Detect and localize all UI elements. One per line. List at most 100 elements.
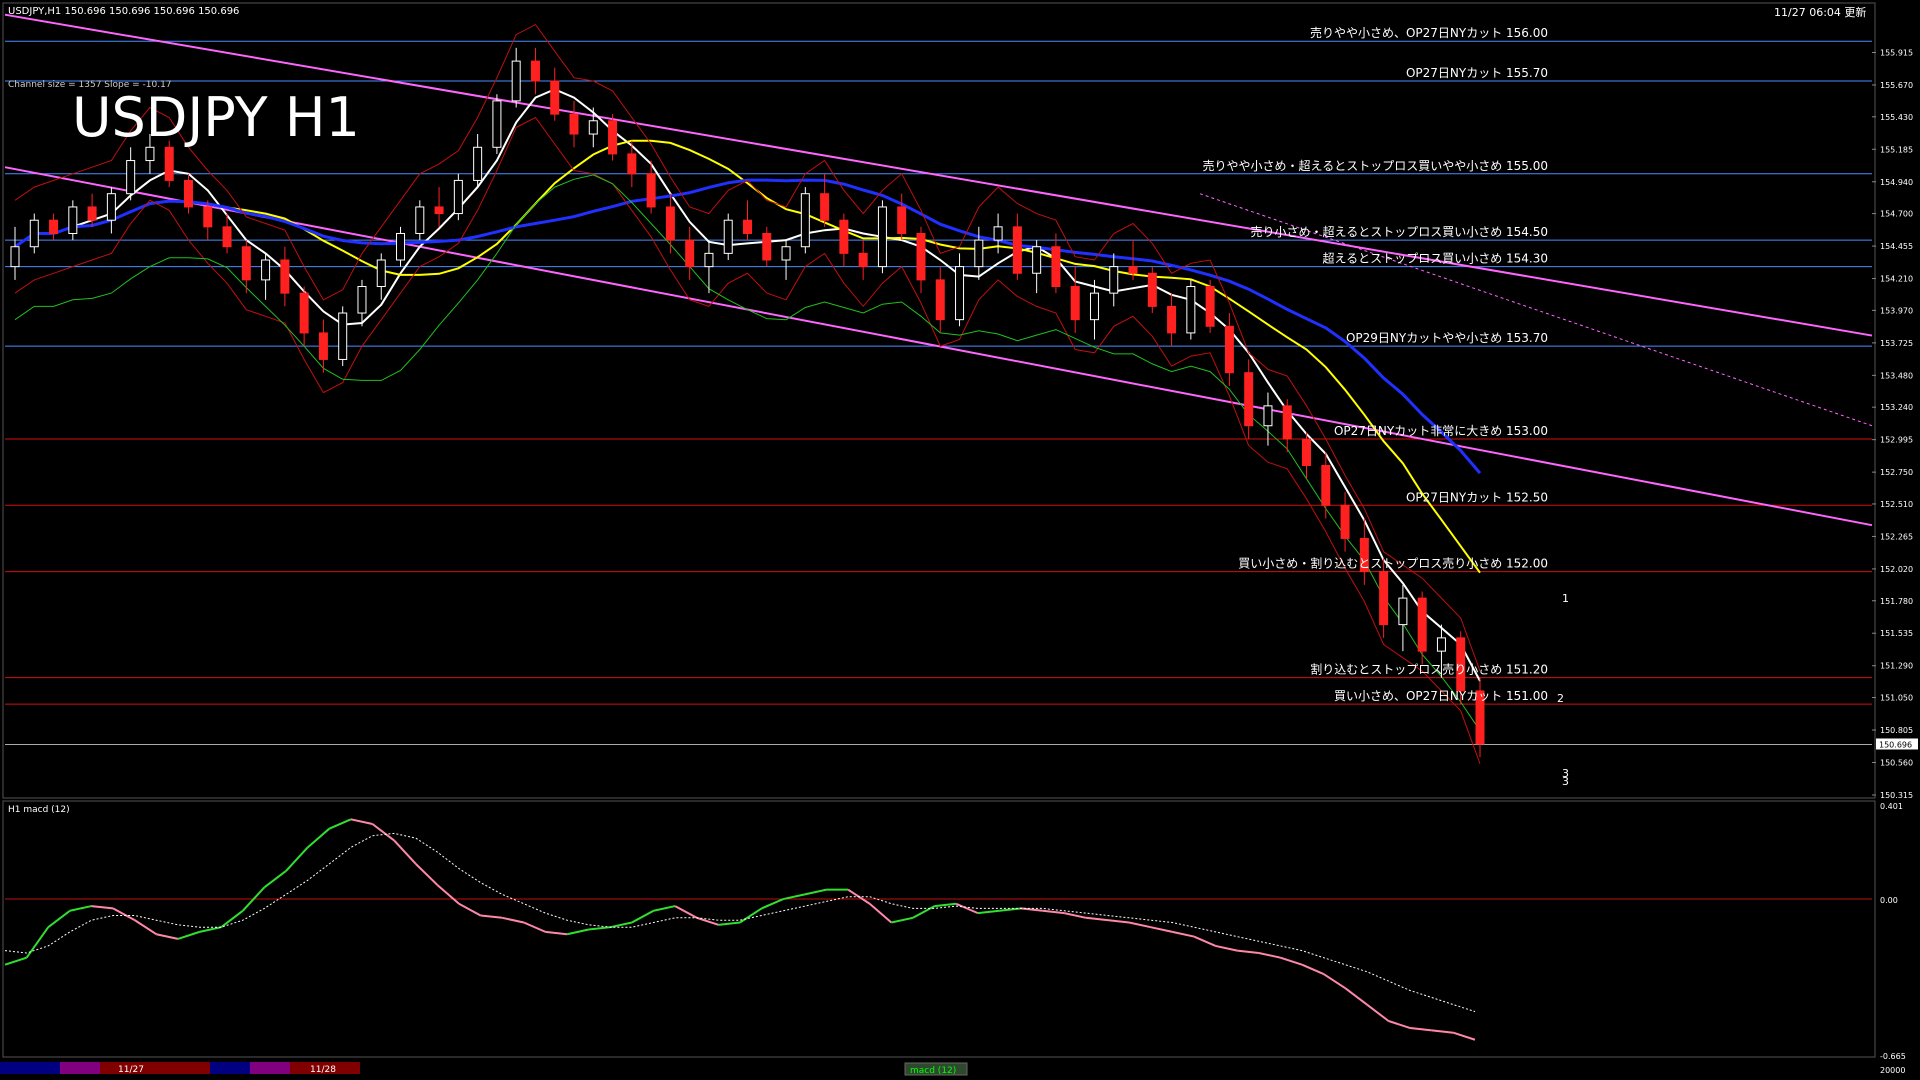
candle-body [1032,246,1042,274]
candle-body [723,219,733,254]
candle-body [897,206,907,234]
candle-body [1012,226,1022,274]
candle-body [993,226,1003,241]
candle-body [608,120,618,155]
y-tick-label: 155.430 [1880,113,1913,122]
candle-body [1070,286,1080,321]
candle-body [1379,571,1389,626]
candle-body [1417,597,1427,652]
macd-y-tick-label: 0.00 [1880,896,1898,905]
candle-body [858,252,868,268]
y-tick-label: 154.210 [1880,275,1913,284]
level-label: OP27日NYカット 155.70 [1406,66,1548,80]
footer-right-value: 20000 [1880,1066,1905,1075]
candle-body [935,279,945,321]
y-tick-label: 151.535 [1880,629,1913,638]
candle-body [1398,597,1408,626]
candle-body [800,193,810,248]
candle-body [1128,266,1138,274]
candle-body [743,219,752,234]
candle-body [1282,405,1292,440]
level-label: 買い小さめ・割り込むとストップロス売り小さめ 152.00 [1238,556,1548,571]
candle-body [569,113,579,135]
level-label: 買い小さめ、OP27日NYカット 151.00 [1334,689,1548,703]
candle-body [646,173,656,208]
candle-body [492,100,502,148]
y-tick-label: 154.455 [1880,242,1913,251]
y-tick-label: 152.995 [1880,436,1913,445]
candle-body [1436,637,1446,652]
candle-body [106,193,116,221]
candle-body [665,206,675,241]
y-tick-label: 154.700 [1880,210,1913,219]
candle-body [1224,325,1234,374]
macd-y-tick-label: 0.401 [1880,802,1903,811]
candle-body [453,179,463,215]
y-tick-label: 153.480 [1880,371,1913,380]
candle-body [434,206,444,215]
date-label-2: 11/28 [310,1065,336,1075]
candle-body [473,146,483,181]
y-tick-label: 150.315 [1880,791,1913,800]
candle-body [781,246,791,261]
y-tick-label: 150.560 [1880,759,1913,768]
y-tick-label: 155.670 [1880,81,1913,90]
level-label: OP27日NYカット 152.50 [1406,490,1548,504]
chart-watermark: USDJPY H1 [72,86,360,149]
candle-body [627,153,637,175]
symbol-info: USDJPY,H1 150.696 150.696 150.696 150.69… [8,6,239,17]
candle-body [49,219,59,234]
wave-label: 2 [1557,692,1564,705]
candle-body [299,292,309,334]
candle-body [29,219,39,248]
current-price-label: 150.696 [1879,740,1912,749]
macd-title: H1 macd (12) [8,805,70,815]
candle-body [145,146,155,162]
candle-body [357,286,367,314]
wave-label: 3 [1562,775,1569,788]
candle-body [839,219,849,254]
chart-canvas: 売りやや小さめ、OP27日NYカット 156.00 OP27日NYカット 155.… [0,0,1920,1080]
candle-body [318,332,328,360]
candle-body [68,206,78,234]
candle-body [877,206,887,268]
y-tick-label: 152.750 [1880,468,1913,477]
y-tick-label: 155.915 [1880,48,1913,57]
y-tick-label: 153.240 [1880,403,1913,412]
candle-body [222,226,232,248]
date-label-1: 11/27 [118,1065,144,1075]
candle-body [955,266,965,321]
y-tick-label: 154.940 [1880,178,1913,187]
indicator-tab-label: macd (12) [910,1066,956,1076]
candle-body [530,60,540,82]
y-tick-label: 151.050 [1880,694,1913,703]
candle-body [974,239,984,268]
level-label: 超えるとストップロス買い小さめ 154.30 [1323,251,1548,266]
y-tick-label: 152.265 [1880,532,1913,541]
level-label: OP27日NYカット非常に大きめ 153.00 [1334,424,1548,438]
y-tick-label: 152.510 [1880,500,1913,509]
candle-body [203,206,213,228]
candle-body [1167,305,1177,334]
candle-body [183,179,193,208]
candle-body [338,312,348,360]
wave-label: 1 [1562,592,1569,605]
candle-body [704,252,714,268]
level-label: OP29日NYカットやや小さめ 153.70 [1346,331,1548,345]
y-tick-label: 151.290 [1880,662,1913,671]
candle-body [1340,504,1350,539]
candle-body [1089,292,1099,321]
level-label: 売りやや小さめ・超えるとストップロス買いやや小さめ 155.00 [1203,158,1548,173]
candle-body [1147,272,1157,307]
candle-body [280,259,290,294]
y-tick-label: 150.805 [1880,726,1913,735]
candle-body [164,146,174,181]
candle-body [511,60,521,102]
macd-y-tick-label: -0.665 [1880,1052,1906,1061]
candle-body [1109,266,1119,294]
candle-body [1244,372,1254,427]
level-label: 売り小さめ・超えるとストップロス買い小さめ 154.50 [1251,224,1548,239]
candle-body [241,246,251,281]
y-tick-label: 152.020 [1880,565,1913,574]
candle-body [820,193,830,221]
